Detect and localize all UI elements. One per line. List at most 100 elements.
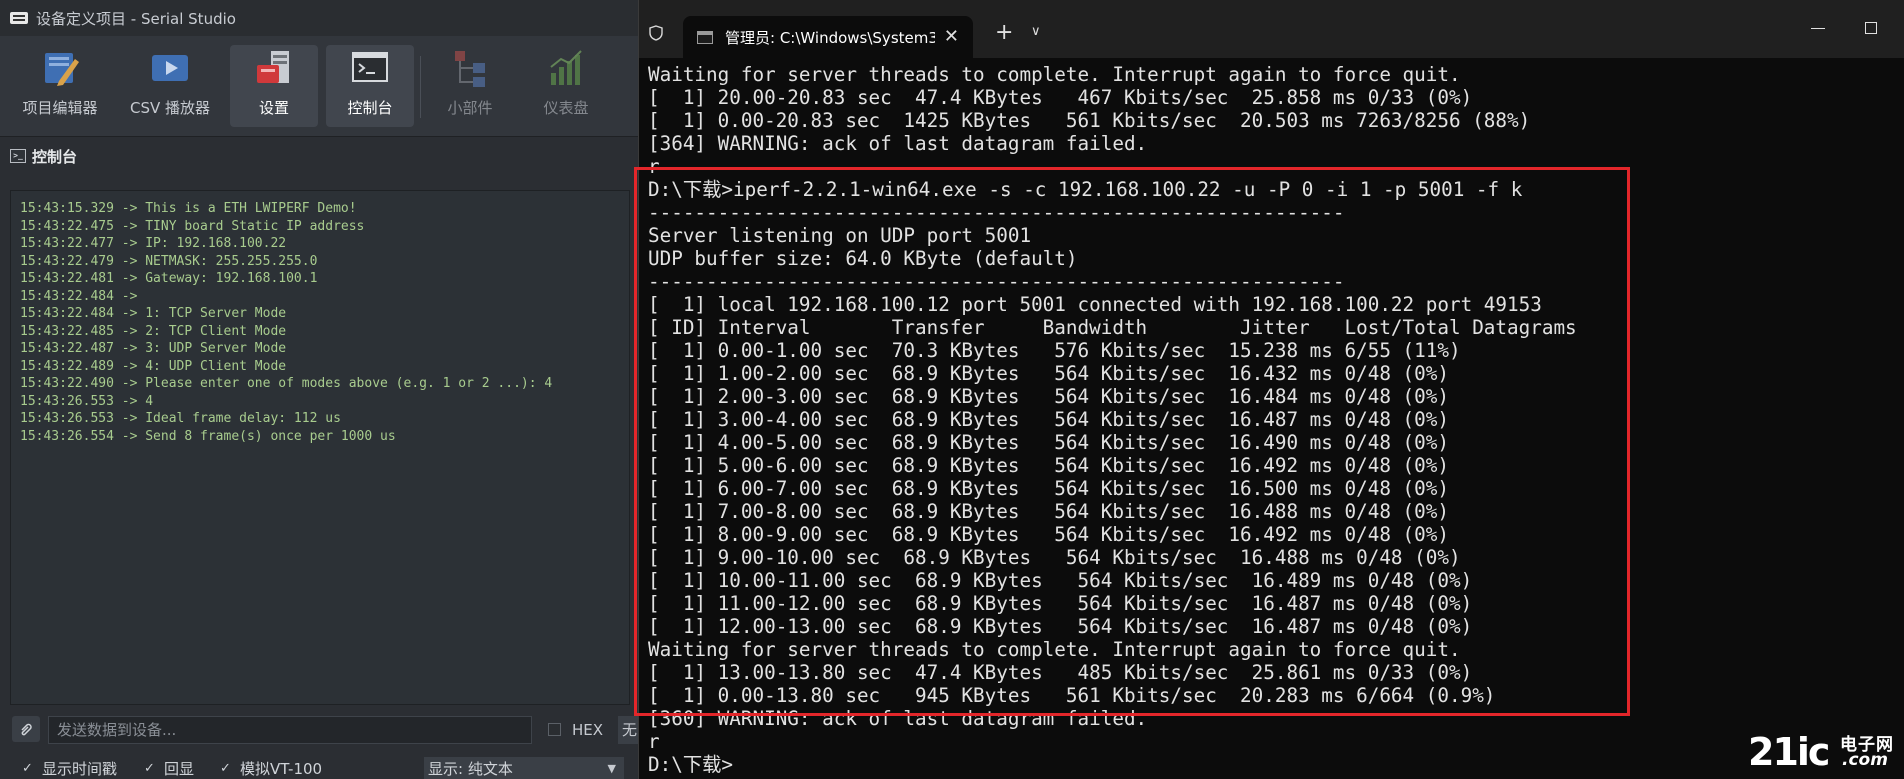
console-line: 15:43:22.484 -> 1: TCP Server Mode <box>20 306 287 321</box>
console-panel-title: 控制台 <box>32 147 78 166</box>
check-icon: ✓ <box>22 761 33 776</box>
terminal-window: 管理员: C:\Windows\System32 ✕ + ∨ Waiting f… <box>638 0 1904 779</box>
watermark-number: 21ic <box>1748 730 1830 774</box>
csv-player-label: CSV 播放器 <box>129 99 211 117</box>
show-timestamp-label: 显示时间戳 <box>42 760 118 778</box>
terminal-tab-title: 管理员: C:\Windows\System32 <box>725 28 935 47</box>
terminal-line: [ 1] 13.00-13.80 sec 47.4 KBytes 485 Kbi… <box>648 661 1473 684</box>
console-button[interactable]: 控制台 <box>326 45 414 127</box>
terminal-line: [ 1] 12.00-13.00 sec 68.9 KBytes 564 Kbi… <box>648 615 1473 638</box>
window-title: 设备定义项目 - Serial Studio <box>36 9 236 28</box>
line-ending-select[interactable]: 无 <box>618 716 640 744</box>
project-editor-button[interactable]: 项目编辑器 <box>12 45 108 127</box>
terminal-line: [ 1] 0.00-20.83 sec 1425 KBytes 561 Kbit… <box>648 109 1531 132</box>
echo-label: 回显 <box>164 760 195 778</box>
chevron-down-icon[interactable]: ∨ <box>1031 24 1041 39</box>
terminal-line: ----------------------------------------… <box>648 201 1345 224</box>
project-editor-label: 项目编辑器 <box>22 99 98 117</box>
console-line: 15:43:22.485 -> 2: TCP Client Mode <box>20 323 287 339</box>
terminal-line: [ 1] 1.00-2.00 sec 68.9 KBytes 564 Kbits… <box>648 362 1449 385</box>
console-line: 15:43:22.490 -> Please enter one of mode… <box>20 376 553 391</box>
minimize-button[interactable] <box>1811 28 1825 29</box>
console-line: 15:43:22.481 -> Gateway: 192.168.100.1 <box>20 271 318 286</box>
vt100-label: 模拟VT-100 <box>240 760 323 778</box>
terminal-line: [ 1] 0.00-13.80 sec 945 KBytes 561 Kbits… <box>648 684 1496 707</box>
terminal-line: D:\下载>iperf-2.2.1-win64.exe -s -c 192.16… <box>648 178 1523 201</box>
terminal-line: [360] WARNING: ack of last datagram fail… <box>648 707 1148 730</box>
attach-file-button[interactable] <box>12 716 40 742</box>
console-options-bar: ✓ 显示时间戳 ✓ 回显 ✓ 模拟VT-100 显示: 纯文本 ▼ <box>0 753 640 779</box>
serial-studio-app-icon <box>10 12 28 24</box>
terminal-line: [ 1] 3.00-4.00 sec 68.9 KBytes 564 Kbits… <box>648 408 1449 431</box>
console-line: 15:43:26.553 -> 4 <box>20 393 154 409</box>
shield-icon <box>649 25 663 41</box>
terminal-line: [ 1] 20.00-20.83 sec 47.4 KBytes 467 Kbi… <box>648 86 1473 109</box>
terminal-line: [ 1] local 192.168.100.12 port 5001 conn… <box>648 293 1542 316</box>
console-line: 15:43:22.475 -> TINY board Static IP add… <box>20 218 365 234</box>
console-output[interactable]: 15:43:15.329 -> This is a ETH LWIPERF De… <box>10 190 630 705</box>
dashboard-button[interactable]: 仪表盘 <box>522 45 610 127</box>
terminal-icon: >_ <box>10 149 26 163</box>
console-line: 15:43:26.553 -> Ideal frame delay: 112 u… <box>20 411 341 426</box>
terminal-line: [ 1] 5.00-6.00 sec 68.9 KBytes 564 Kbits… <box>648 454 1449 477</box>
toolbar-separator <box>420 56 421 118</box>
vt100-checkbox[interactable]: ✓ 模拟VT-100 <box>220 758 322 779</box>
send-data-input[interactable]: 发送数据到设备... <box>48 716 532 744</box>
terminal-line: [ 1] 9.00-10.00 sec 68.9 KBytes 564 Kbit… <box>648 546 1461 569</box>
setup-button[interactable]: 设置 <box>230 45 318 127</box>
widgets-button[interactable]: 小部件 <box>428 45 512 127</box>
terminal-line: r <box>648 730 660 753</box>
terminal-line: [ 1] 11.00-12.00 sec 68.9 KBytes 564 Kbi… <box>648 592 1473 615</box>
terminal-line: r <box>648 155 660 178</box>
console-icon <box>352 52 388 82</box>
terminal-line: D:\下载> <box>648 753 733 776</box>
terminal-line: Waiting for server threads to complete. … <box>648 63 1461 86</box>
console-line: 15:43:26.554 -> Send 8 frame(s) once per… <box>20 428 396 444</box>
close-icon[interactable]: ✕ <box>944 26 959 47</box>
terminal-output[interactable]: Waiting for server threads to complete. … <box>648 63 1898 776</box>
terminal-line: UDP buffer size: 64.0 KByte (default) <box>648 247 1078 270</box>
chevron-down-icon: ▼ <box>607 762 616 775</box>
console-line: 15:43:22.484 -> <box>20 288 138 304</box>
terminal-line: [ 1] 2.00-3.00 sec 68.9 KBytes 564 Kbits… <box>648 385 1449 408</box>
console-line: 15:43:15.329 -> This is a ETH LWIPERF De… <box>20 201 357 216</box>
console-line: 15:43:22.479 -> NETMASK: 255.255.255.0 <box>20 253 318 269</box>
csv-player-icon <box>152 55 188 81</box>
check-icon: ✓ <box>220 761 231 776</box>
maximize-button[interactable] <box>1865 22 1877 34</box>
setup-label: 设置 <box>258 99 289 117</box>
cmd-icon <box>697 30 713 44</box>
echo-checkbox[interactable]: ✓ 回显 <box>144 758 194 779</box>
project-editor-icon <box>45 53 79 86</box>
widgets-icon <box>455 51 485 87</box>
terminal-tabbar[interactable]: 管理员: C:\Windows\System32 ✕ + ∨ <box>639 0 1904 58</box>
terminal-line: ----------------------------------------… <box>648 270 1345 293</box>
terminal-line: [ 1] 0.00-1.00 sec 70.3 KBytes 576 Kbits… <box>648 339 1461 362</box>
terminal-line: [ 1] 7.00-8.00 sec 68.9 KBytes 564 Kbits… <box>648 500 1449 523</box>
hex-label: HEX <box>572 721 604 739</box>
show-timestamp-checkbox[interactable]: ✓ 显示时间戳 <box>22 758 117 779</box>
dashboard-label: 仪表盘 <box>543 99 589 117</box>
terminal-line: Server listening on UDP port 5001 <box>648 224 1032 247</box>
terminal-line: [ ID] Interval Transfer Bandwidth Jitter… <box>648 316 1577 339</box>
setup-icon <box>257 51 289 83</box>
main-toolbar: 项目编辑器 CSV 播放器 设置 控制台 小部件 仪表盘 <box>0 36 640 137</box>
serial-studio-titlebar[interactable]: 设备定义项目 - Serial Studio <box>0 0 640 36</box>
watermark-domain: .com <box>1842 750 1888 770</box>
console-line: 15:43:22.477 -> IP: 192.168.100.22 <box>20 236 287 251</box>
terminal-line: [ 1] 6.00-7.00 sec 68.9 KBytes 564 Kbits… <box>648 477 1449 500</box>
console-panel-header: >_ 控制台 <box>0 137 640 175</box>
new-tab-button[interactable]: + <box>995 20 1013 45</box>
display-mode-select[interactable]: 显示: 纯文本 ▼ <box>424 757 624 779</box>
paperclip-icon <box>21 723 32 736</box>
check-icon: ✓ <box>144 761 155 776</box>
csv-player-button[interactable]: CSV 播放器 <box>120 45 220 127</box>
site-watermark-logo: 21ic 电子网 .com <box>1748 728 1898 774</box>
terminal-line: [ 1] 4.00-5.00 sec 68.9 KBytes 564 Kbits… <box>648 431 1449 454</box>
terminal-line: [364] WARNING: ack of last datagram fail… <box>648 132 1148 155</box>
send-bar: 发送数据到设备... HEX 无 <box>0 712 640 748</box>
hex-checkbox[interactable] <box>548 723 561 736</box>
terminal-line: Waiting for server threads to complete. … <box>648 638 1461 661</box>
terminal-tab[interactable]: 管理员: C:\Windows\System32 ✕ <box>683 16 973 58</box>
dashboard-icon <box>550 50 582 85</box>
